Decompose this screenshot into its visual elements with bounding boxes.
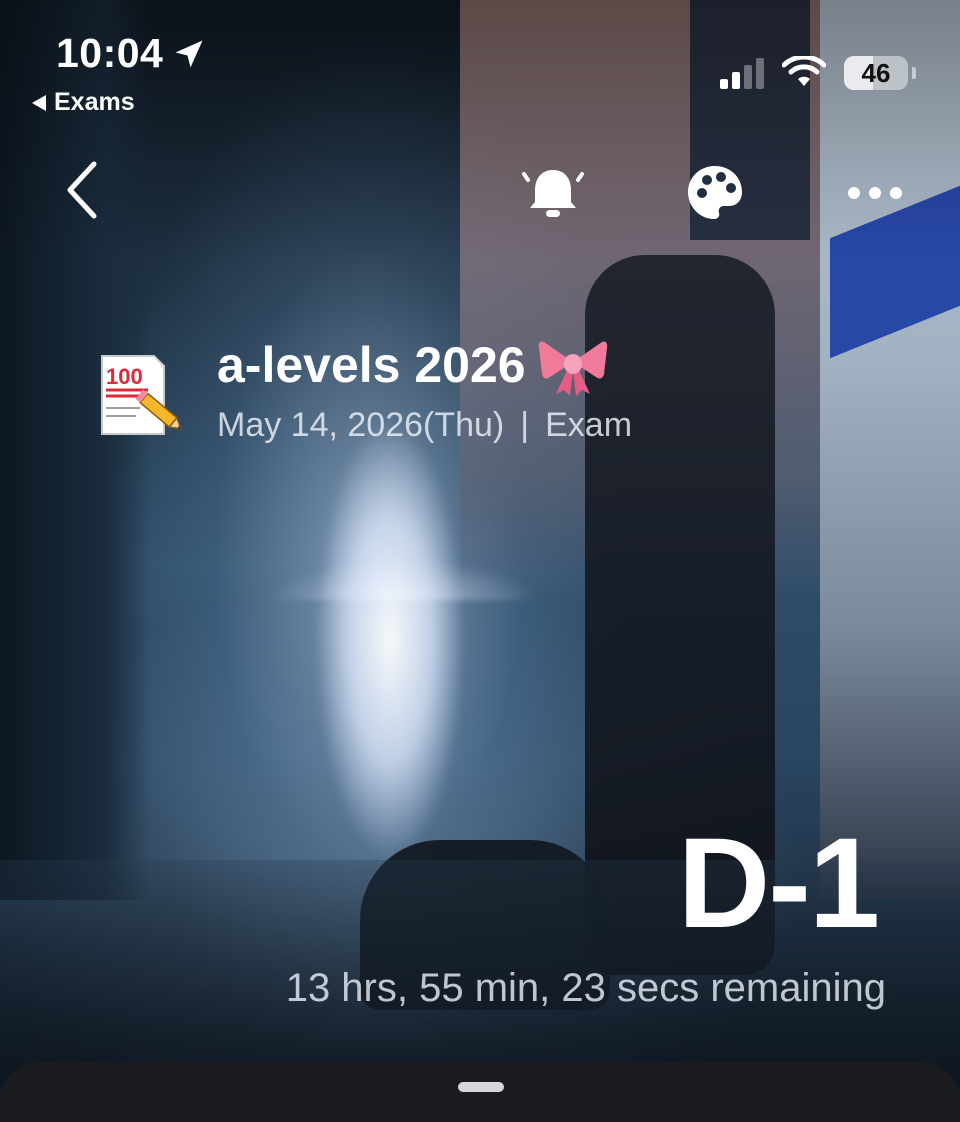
event-category: Exam: [545, 406, 633, 444]
status-indicators: 46: [720, 56, 916, 90]
palette-icon: [688, 166, 742, 219]
wifi-icon: [782, 56, 826, 86]
signal-bar: [744, 65, 752, 89]
battery-percent: 46: [861, 57, 891, 88]
battery-cap: [912, 67, 916, 79]
status-time: 10:04: [56, 30, 207, 77]
more-button[interactable]: [842, 160, 908, 226]
location-arrow-icon: [175, 40, 203, 67]
event-subtitle: May 14, 2026(Thu) | Exam: [217, 406, 632, 445]
event-title: a-levels 2026: [217, 334, 608, 396]
event-title-text: a-levels 2026: [217, 337, 526, 393]
chevron-left-icon[interactable]: [62, 160, 102, 220]
back-triangle-icon: [32, 94, 46, 111]
dday-counter: D-1: [677, 812, 880, 955]
back-to-app-link[interactable]: Exams: [32, 88, 135, 117]
bell-icon: [522, 170, 584, 217]
hundred-points-memo-icon: 100: [101, 355, 182, 435]
theme-button[interactable]: [682, 160, 748, 226]
battery-icon: 46: [844, 56, 916, 90]
time-remaining: 13 hrs, 55 min, 23 secs remaining: [285, 966, 886, 1010]
svg-text:100: 100: [106, 364, 143, 389]
signal-bar: [756, 58, 764, 89]
ribbon-bow-icon: [538, 341, 607, 396]
background-glowing-figure: [315, 420, 465, 860]
event-date: May 14, 2026(Thu): [217, 406, 505, 444]
alarm-button[interactable]: [520, 160, 586, 226]
back-to-app-label: Exams: [54, 88, 135, 116]
sheet-grabber-handle[interactable]: [458, 1082, 504, 1092]
signal-bar: [720, 79, 728, 89]
signal-bar: [732, 72, 740, 89]
status-time-text: 10:04: [56, 30, 164, 76]
more-icon: [848, 187, 902, 199]
cellular-signal-icon: [720, 57, 764, 89]
event-separator: |: [520, 406, 530, 444]
bottom-sheet[interactable]: [0, 1062, 960, 1122]
